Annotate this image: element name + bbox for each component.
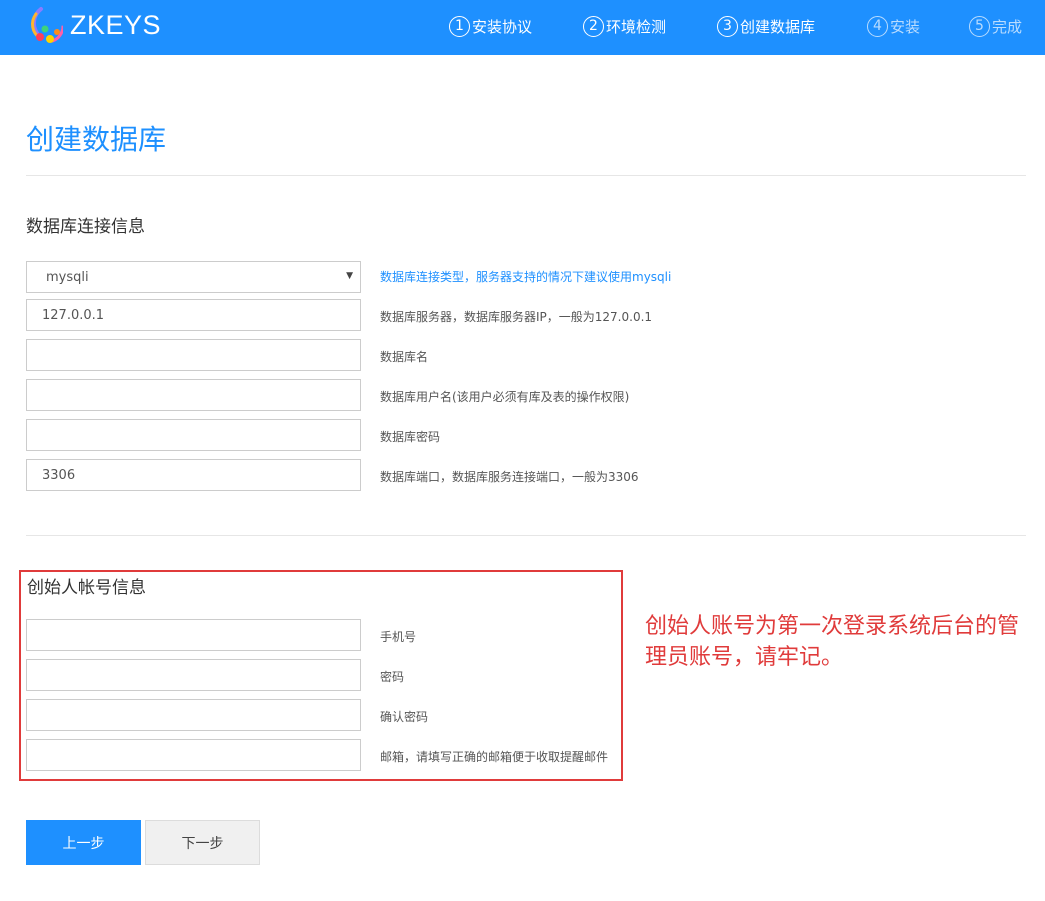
admin-password-input[interactable] — [26, 659, 361, 691]
founder-section-title: 创始人帐号信息 — [27, 578, 146, 598]
db-port-value: 3306 — [42, 467, 76, 483]
annotation-note: 创始人账号为第一次登录系统后台的管理员账号，请牢记。 — [645, 614, 1020, 670]
title-divider — [26, 175, 1026, 176]
db-user-hint: 数据库用户名(该用户必须有库及表的操作权限) — [380, 390, 630, 404]
step-2-number: 2 — [583, 15, 604, 37]
db-type-hint: 数据库连接类型，服务器支持的情况下建议使用mysqli — [380, 270, 672, 284]
email-input[interactable] — [26, 739, 361, 771]
step-1-agreement: 1 安装协议 — [449, 14, 532, 38]
step-5-number: 5 — [969, 15, 990, 37]
step-1-label: 安装协议 — [472, 17, 533, 36]
phone-input[interactable] — [26, 619, 361, 651]
db-port-hint: 数据库端口，数据库服务连接端口，一般为3306 — [380, 470, 639, 484]
email-hint: 邮箱，请填写正确的邮箱便于收取提醒邮件 — [380, 750, 609, 764]
caret-down-icon: ▼ — [346, 271, 353, 281]
db-password-hint: 数据库密码 — [380, 430, 441, 444]
admin-password-hint: 密码 — [380, 670, 405, 684]
section-divider — [26, 535, 1026, 536]
db-password-input[interactable] — [26, 419, 361, 451]
step-3-label: 创建数据库 — [740, 17, 816, 36]
db-type-select[interactable]: mysqli ▼ — [26, 261, 361, 293]
step-2-label: 环境检测 — [606, 17, 667, 36]
step-1-number: 1 — [449, 15, 470, 37]
step-3-number: 3 — [717, 15, 738, 37]
db-name-hint: 数据库名 — [380, 350, 429, 364]
confirm-password-hint: 确认密码 — [380, 710, 429, 724]
phone-hint: 手机号 — [380, 630, 417, 644]
step-4-install: 4 安装 — [867, 14, 920, 38]
step-2-env-check: 2 环境检测 — [583, 14, 666, 38]
db-host-input[interactable]: 127.0.0.1 — [26, 299, 361, 331]
next-step-button[interactable]: 下一步 — [145, 820, 260, 865]
step-4-label: 安装 — [890, 17, 921, 36]
db-name-input[interactable] — [26, 339, 361, 371]
prev-step-button[interactable]: 上一步 — [26, 820, 141, 865]
db-host-value: 127.0.0.1 — [42, 307, 105, 323]
db-host-hint: 数据库服务器，数据库服务器IP，一般为127.0.0.1 — [380, 310, 653, 324]
top-bar: ZKEYS 1 安装协议 2 环境检测 3 创建数据库 4 安装 5 完成 — [0, 0, 1045, 55]
step-3-create-db: 3 创建数据库 — [717, 14, 815, 38]
db-user-input[interactable] — [26, 379, 361, 411]
brand-name: ZKEYS — [70, 10, 162, 40]
db-section-title: 数据库连接信息 — [26, 217, 145, 237]
zkeys-logo-icon — [29, 7, 63, 44]
step-5-label: 完成 — [992, 17, 1023, 36]
confirm-password-input[interactable] — [26, 699, 361, 731]
db-type-value: mysqli — [46, 269, 89, 285]
db-port-input[interactable]: 3306 — [26, 459, 361, 491]
step-5-complete: 5 完成 — [969, 14, 1022, 38]
step-4-number: 4 — [867, 15, 888, 37]
page-title: 创建数据库 — [26, 123, 167, 156]
